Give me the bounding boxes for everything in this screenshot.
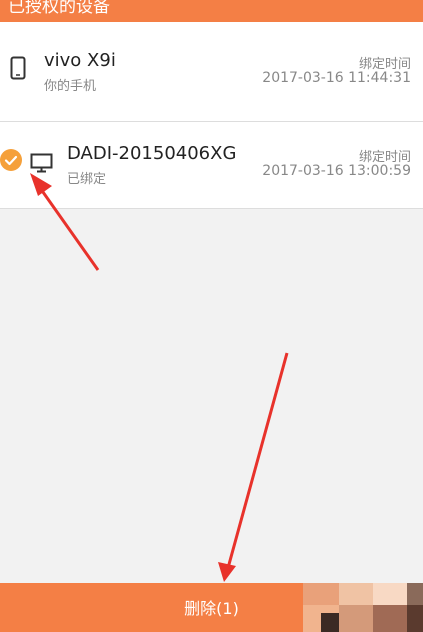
monitor-icon bbox=[30, 153, 54, 177]
list-item-device-phone[interactable]: vivo X9i 你的手机 绑定时间 2017-03-16 11:44:31 bbox=[0, 22, 423, 122]
device-list: vivo X9i 你的手机 绑定时间 2017-03-16 11:44:31 D… bbox=[0, 22, 423, 209]
bottom-bar: 删除(1) bbox=[0, 583, 423, 632]
device-subtitle: 你的手机 bbox=[44, 79, 97, 94]
device-subtitle: 已绑定 bbox=[67, 172, 107, 187]
bind-time: 2017-03-16 13:00:59 bbox=[262, 163, 411, 179]
device-name: DADI-20150406XG bbox=[67, 143, 237, 164]
empty-area bbox=[0, 209, 423, 583]
header-bar: 已授权的设备 bbox=[0, 0, 423, 22]
device-name: vivo X9i bbox=[44, 50, 116, 71]
page-title: 已授权的设备 bbox=[8, 0, 110, 17]
selected-check-icon[interactable] bbox=[0, 149, 22, 171]
bind-time: 2017-03-16 11:44:31 bbox=[262, 70, 411, 86]
phone-icon bbox=[10, 56, 26, 84]
list-item-device-computer[interactable]: DADI-20150406XG 已绑定 绑定时间 2017-03-16 13:0… bbox=[0, 122, 423, 209]
